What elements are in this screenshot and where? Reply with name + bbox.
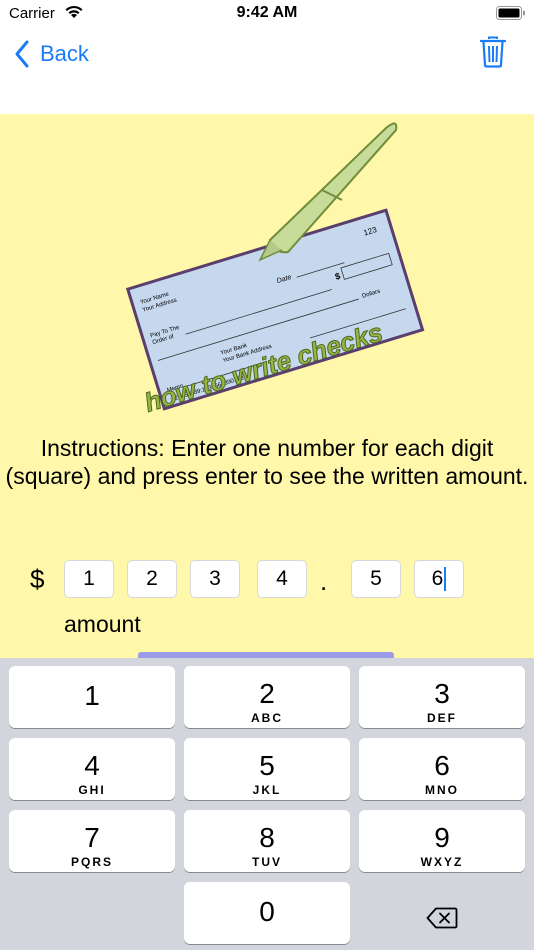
back-label: Back	[40, 41, 89, 66]
back-button[interactable]: Back	[14, 40, 89, 68]
key-4[interactable]: 4 GHI	[9, 738, 175, 800]
key-4-digit: 4	[84, 750, 100, 781]
digit-field-4[interactable]: 4	[257, 560, 307, 598]
status-bar: Carrier 9:42 AM	[0, 0, 534, 28]
key-6-letters: MNO	[425, 783, 459, 797]
key-4-letters: GHI	[78, 783, 106, 797]
digit-field-3[interactable]: 3	[190, 560, 240, 598]
key-5[interactable]: 5 JKL	[184, 738, 350, 800]
key-8[interactable]: 8 TUV	[184, 810, 350, 872]
numeric-keypad: 1 2 ABC 3 DEF 4 GHI 5 JKL 6 MNO 7 PQRS 8…	[0, 658, 534, 950]
trash-icon	[479, 36, 507, 68]
key-9-digit: 9	[434, 822, 450, 853]
battery-icon	[496, 6, 526, 25]
key-7-letters: PQRS	[70, 855, 113, 869]
key-8-digit: 8	[259, 822, 275, 853]
digit-field-1[interactable]: 1	[64, 560, 114, 598]
digit-field-6[interactable]: 6	[414, 560, 464, 598]
key-1-digit: 1	[84, 680, 100, 711]
key-2-digit: 2	[259, 678, 275, 709]
instructions-text: Instructions: Enter one number for each …	[5, 435, 529, 489]
trash-button[interactable]	[479, 36, 507, 73]
key-7[interactable]: 7 PQRS	[9, 810, 175, 872]
key-8-letters: TUV	[252, 855, 282, 869]
key-5-letters: JKL	[252, 783, 282, 797]
key-5-digit: 5	[259, 750, 275, 781]
key-7-digit: 7	[84, 822, 100, 853]
status-time: 9:42 AM	[236, 4, 298, 21]
key-0-digit: 0	[259, 896, 275, 927]
key-1[interactable]: 1	[9, 666, 175, 728]
key-3-digit: 3	[434, 678, 450, 709]
digit-field-6-value: 6	[431, 567, 444, 590]
text-cursor	[444, 567, 447, 592]
key-2-letters: ABC	[251, 711, 283, 725]
delete-key[interactable]	[359, 887, 525, 949]
navigation-bar: Back	[0, 28, 534, 114]
key-6[interactable]: 6 MNO	[359, 738, 525, 800]
check-illustration: 123 Date $ Your Name Your Address Pay To…	[125, 122, 425, 418]
currency-symbol: $	[30, 564, 45, 594]
key-3-letters: DEF	[427, 711, 457, 725]
key-2[interactable]: 2 ABC	[184, 666, 350, 728]
amount-label: amount	[64, 611, 141, 637]
key-6-digit: 6	[434, 750, 450, 781]
key-9[interactable]: 9 WXYZ	[359, 810, 525, 872]
digit-field-5[interactable]: 5	[351, 560, 401, 598]
key-9-letters: WXYZ	[420, 855, 464, 869]
chevron-left-icon	[15, 40, 29, 68]
key-3[interactable]: 3 DEF	[359, 666, 525, 728]
decimal-point: .	[320, 566, 328, 596]
key-0[interactable]: 0	[184, 882, 350, 944]
main-content: 123 Date $ Your Name Your Address Pay To…	[0, 114, 534, 658]
delete-backward-icon	[426, 907, 458, 929]
digit-field-2[interactable]: 2	[127, 560, 177, 598]
